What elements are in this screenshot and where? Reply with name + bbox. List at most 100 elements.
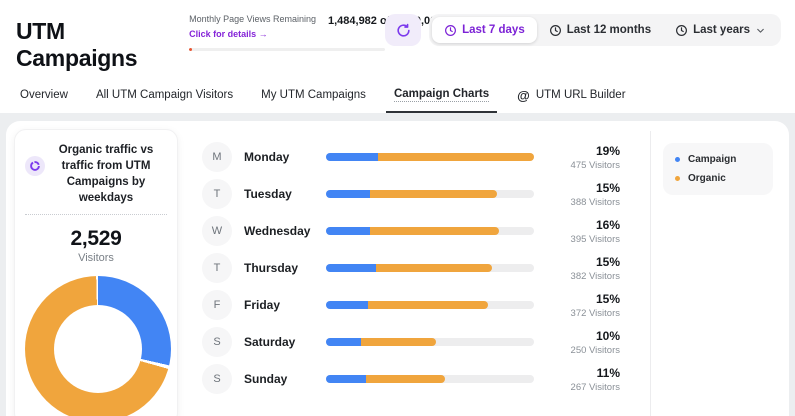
campaign-percent: 15% bbox=[554, 181, 620, 195]
donut-chart[interactable] bbox=[25, 276, 171, 416]
bar-track[interactable] bbox=[326, 301, 534, 309]
row-stats: 15% 372 Visitors bbox=[554, 292, 620, 319]
click-for-details-link[interactable]: Click for details → bbox=[189, 29, 268, 39]
organic-bar-segment[interactable] bbox=[370, 190, 497, 198]
donut-card-title: Organic traffic vs traffic from UTM Camp… bbox=[45, 142, 167, 206]
campaign-percent: 10% bbox=[554, 329, 620, 343]
weekday-label: Monday bbox=[244, 150, 326, 164]
row-stats: 19% 475 Visitors bbox=[554, 144, 620, 171]
legend-item-organic: Organic bbox=[675, 173, 761, 184]
organic-bar-segment[interactable] bbox=[378, 153, 534, 161]
weekday-row: T Tuesday 15% 388 Visitors bbox=[202, 179, 620, 209]
total-visitors-value: 2,529 bbox=[25, 227, 167, 251]
weekday-row: S Saturday 10% 250 Visitors bbox=[202, 327, 620, 357]
legend-dot bbox=[675, 157, 680, 162]
campaign-percent: 15% bbox=[554, 255, 620, 269]
legend-label: Organic bbox=[688, 173, 726, 184]
time-range-last-12-months[interactable]: Last 12 months bbox=[537, 17, 663, 43]
organic-bar-segment[interactable] bbox=[361, 338, 436, 346]
time-range-segmented-control: Last 7 days Last 12 months Last years bbox=[429, 14, 781, 46]
weekday-badge: S bbox=[202, 364, 232, 394]
weekday-row: W Wednesday 16% 395 Visitors bbox=[202, 216, 620, 246]
bar-track[interactable] bbox=[326, 375, 534, 383]
weekday-badge: W bbox=[202, 216, 232, 246]
weekday-row: M Monday 19% 475 Visitors bbox=[202, 142, 620, 172]
campaign-charts-panel: Organic traffic vs traffic from UTM Camp… bbox=[6, 121, 789, 416]
campaign-bar-segment[interactable] bbox=[326, 190, 370, 198]
campaign-percent: 15% bbox=[554, 292, 620, 306]
page-views-progress-fill bbox=[189, 48, 192, 51]
refresh-button[interactable] bbox=[385, 14, 421, 46]
tab-label: UTM URL Builder bbox=[536, 89, 626, 102]
tab-bar: Overview All UTM Campaign Visitors My UT… bbox=[16, 72, 781, 113]
refresh-icon bbox=[396, 23, 411, 38]
weekday-label: Wednesday bbox=[244, 224, 326, 238]
legend-item-campaign: Campaign bbox=[675, 154, 761, 165]
tab-utm-url-builder[interactable]: @ UTM URL Builder bbox=[517, 88, 625, 113]
organic-bar-segment[interactable] bbox=[370, 227, 499, 235]
page-views-progress-bar bbox=[189, 48, 385, 51]
row-stats: 15% 382 Visitors bbox=[554, 255, 620, 282]
bar-track[interactable] bbox=[326, 153, 534, 161]
campaign-bar-segment[interactable] bbox=[326, 338, 361, 346]
tab-label: My UTM Campaigns bbox=[261, 89, 366, 102]
campaign-bar-segment[interactable] bbox=[326, 153, 378, 161]
weekday-label: Thursday bbox=[244, 261, 326, 275]
clock-icon bbox=[444, 24, 457, 37]
campaign-bar-segment[interactable] bbox=[326, 301, 368, 309]
weekday-row: T Thursday 15% 382 Visitors bbox=[202, 253, 620, 283]
tab-label: All UTM Campaign Visitors bbox=[96, 89, 233, 102]
tab-campaign-charts[interactable]: Campaign Charts bbox=[394, 88, 489, 113]
bar-track[interactable] bbox=[326, 227, 534, 235]
weekday-badge: T bbox=[202, 179, 232, 209]
row-stats: 15% 388 Visitors bbox=[554, 181, 620, 208]
weekday-label: Saturday bbox=[244, 335, 326, 349]
tab-overview[interactable]: Overview bbox=[20, 88, 68, 113]
visitors-count: 395 Visitors bbox=[554, 234, 620, 245]
legend-dot bbox=[675, 176, 680, 181]
chevron-down-icon bbox=[755, 25, 766, 36]
campaign-percent: 16% bbox=[554, 218, 620, 232]
top-header-section: UTM Campaigns Monthly Page Views Remaini… bbox=[0, 0, 795, 113]
weekday-badge: F bbox=[202, 290, 232, 320]
organic-bar-segment[interactable] bbox=[366, 375, 445, 383]
bar-track[interactable] bbox=[326, 264, 534, 272]
page-views-remaining-widget: Monthly Page Views Remaining Click for d… bbox=[189, 14, 385, 51]
campaign-bar-segment[interactable] bbox=[326, 264, 376, 272]
campaign-bar-segment[interactable] bbox=[326, 227, 370, 235]
bar-track[interactable] bbox=[326, 338, 534, 346]
tab-all-utm-campaign-visitors[interactable]: All UTM Campaign Visitors bbox=[96, 88, 233, 113]
weekday-badge: T bbox=[202, 253, 232, 283]
weekday-label: Sunday bbox=[244, 372, 326, 386]
page-title: UTM Campaigns bbox=[16, 18, 167, 72]
tab-my-utm-campaigns[interactable]: My UTM Campaigns bbox=[261, 88, 366, 113]
time-range-last-years[interactable]: Last years bbox=[663, 17, 778, 43]
chart-legend: Campaign Organic bbox=[663, 143, 773, 195]
clock-icon bbox=[675, 24, 688, 37]
weekday-label: Friday bbox=[244, 298, 326, 312]
visitors-count: 372 Visitors bbox=[554, 308, 620, 319]
at-link-icon: @ bbox=[517, 89, 530, 102]
time-range-last-7-days[interactable]: Last 7 days bbox=[432, 17, 537, 43]
donut-chart-icon bbox=[25, 156, 45, 176]
bar-rows: M Monday 19% 475 Visitors T Tuesday 15% … bbox=[178, 129, 636, 416]
row-stats: 11% 267 Visitors bbox=[554, 366, 620, 393]
tab-label: Campaign Charts bbox=[394, 88, 489, 102]
organic-bar-segment[interactable] bbox=[376, 264, 492, 272]
campaign-percent: 11% bbox=[554, 366, 620, 380]
tab-label: Overview bbox=[20, 89, 68, 102]
weekday-badge: M bbox=[202, 142, 232, 172]
time-range-label: Last 12 months bbox=[567, 24, 651, 36]
weekday-row: F Friday 15% 372 Visitors bbox=[202, 290, 620, 320]
bar-track[interactable] bbox=[326, 190, 534, 198]
campaign-percent: 19% bbox=[554, 144, 620, 158]
organic-bar-segment[interactable] bbox=[368, 301, 489, 309]
page-views-label: Monthly Page Views Remaining bbox=[189, 14, 316, 24]
weekday-badge: S bbox=[202, 327, 232, 357]
total-visitors-label: Visitors bbox=[25, 252, 167, 264]
visitors-count: 388 Visitors bbox=[554, 197, 620, 208]
legend-column: Campaign Organic bbox=[651, 129, 781, 416]
time-range-label: Last years bbox=[693, 24, 750, 36]
campaign-bar-segment[interactable] bbox=[326, 375, 366, 383]
visitors-count: 382 Visitors bbox=[554, 271, 620, 282]
